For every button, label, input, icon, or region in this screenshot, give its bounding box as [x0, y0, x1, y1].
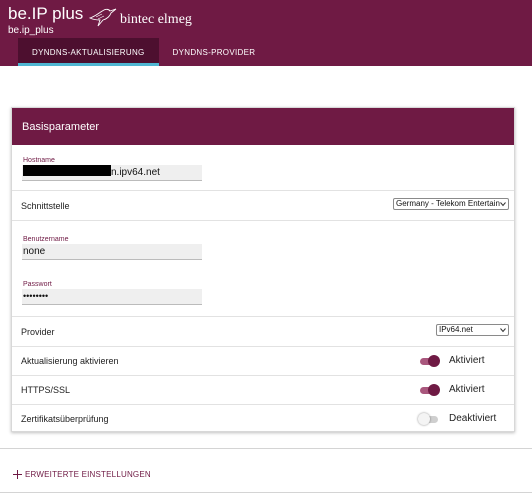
- update-enable-label: Aktualisierung aktivieren: [21, 356, 119, 366]
- username-caption: Benutzername: [23, 236, 69, 243]
- tab-bar: DYNDNS-AKTUALISIERUNG DYNDNS-PROVIDER: [18, 38, 269, 66]
- plus-icon: [13, 470, 22, 479]
- product-id: be.ip_plus: [8, 25, 54, 36]
- cert-check-row: Zertifikatsüberprüfung Deaktiviert: [12, 404, 514, 432]
- cert-check-toggle[interactable]: [418, 412, 440, 426]
- https-row: HTTPS/SSL Aktiviert: [12, 375, 514, 404]
- redacted-block: [23, 165, 111, 176]
- provider-row: Provider IPv64.net: [12, 316, 514, 346]
- username-input[interactable]: none: [22, 244, 202, 260]
- https-state: Aktiviert: [449, 384, 485, 395]
- chevron-down-icon: [500, 202, 506, 207]
- https-label: HTTPS/SSL: [21, 385, 71, 395]
- password-caption: Passwort: [23, 281, 52, 288]
- top-header: be.IP plus be.ip_plus bintec elmeg DYNDN…: [0, 0, 532, 66]
- provider-label: Provider: [21, 327, 55, 337]
- interface-select[interactable]: Germany - Telekom Entertain: [393, 198, 509, 210]
- https-toggle[interactable]: [418, 383, 440, 397]
- divider: [0, 448, 532, 449]
- tab-dyndns-provider[interactable]: DYNDNS-PROVIDER: [159, 38, 270, 66]
- card-title: Basisparameter: [12, 108, 514, 145]
- chevron-down-icon: [500, 328, 506, 333]
- hostname-caption: Hostname: [23, 157, 55, 164]
- password-row: Passwort ••••••••: [12, 270, 514, 316]
- interface-selected: Germany - Telekom Entertain: [396, 199, 500, 208]
- divider: [0, 492, 532, 493]
- hostname-value: n.ipv64.net: [111, 167, 160, 178]
- product-info: be.IP plus be.ip_plus: [8, 4, 83, 37]
- update-enable-row: Aktualisierung aktivieren Aktiviert: [12, 346, 514, 375]
- interface-label: Schnittstelle: [21, 201, 70, 211]
- brand-logo: bintec elmeg: [88, 6, 192, 28]
- basic-parameters-card: Basisparameter Hostname n.ipv64.net Schn…: [11, 107, 515, 432]
- cert-check-label: Zertifikatsüberprüfung: [21, 414, 109, 424]
- username-row: Benutzername none: [12, 220, 514, 270]
- cert-check-state: Deaktiviert: [449, 413, 497, 424]
- advanced-settings-toggle[interactable]: ERWEITERTE EINSTELLUNGEN: [13, 470, 151, 479]
- tab-dyndns-update[interactable]: DYNDNS-AKTUALISIERUNG: [18, 38, 159, 66]
- toggle-knob: [428, 384, 440, 396]
- brand-name: bintec elmeg: [120, 12, 192, 27]
- provider-selected: IPv64.net: [439, 325, 473, 334]
- toggle-knob: [428, 355, 440, 367]
- update-enable-state: Aktiviert: [449, 355, 485, 366]
- toggle-knob: [418, 413, 430, 425]
- advanced-settings-label: ERWEITERTE EINSTELLUNGEN: [25, 470, 151, 479]
- hostname-input[interactable]: n.ipv64.net: [22, 165, 202, 181]
- update-enable-toggle[interactable]: [418, 354, 440, 368]
- hostname-row: Hostname n.ipv64.net: [12, 145, 514, 190]
- password-input[interactable]: ••••••••: [22, 289, 202, 305]
- product-name: be.IP plus: [8, 4, 84, 23]
- provider-select[interactable]: IPv64.net: [436, 324, 509, 336]
- interface-row: Schnittstelle Germany - Telekom Entertai…: [12, 190, 514, 220]
- hummingbird-icon: [88, 8, 117, 27]
